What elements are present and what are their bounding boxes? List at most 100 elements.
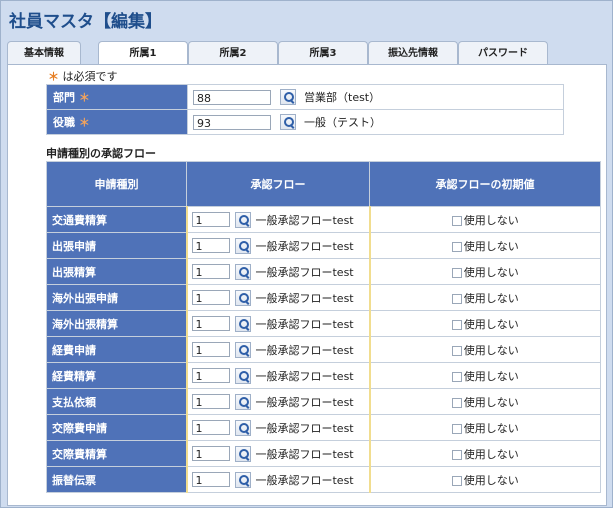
required-note: ＊ は必須です [48, 68, 118, 84]
table-row: 交際費精算 1 一般承認フローtest 使用しない [46, 440, 601, 467]
required-note-text: は必須です [62, 70, 118, 83]
position-code-input[interactable]: 93 [193, 114, 271, 130]
flow-name: 一般承認フローtest [255, 421, 354, 435]
flow-code-input[interactable]: 1 [191, 290, 230, 305]
flow-code-input[interactable]: 1 [191, 420, 230, 435]
table-row: 出張申請 1 一般承認フローtest 使用しない [46, 232, 601, 259]
use-not-label: 使用しない [463, 317, 519, 331]
use-not-checkbox[interactable] [451, 345, 462, 356]
department-value-cell: 88 営業部（test） [187, 84, 564, 110]
flow-search-button[interactable] [234, 289, 251, 306]
flow-code-input[interactable]: 1 [191, 472, 230, 487]
flow-table-header: 申請種別 承認フロー 承認フローの初期値 [46, 161, 601, 207]
flow-code-input[interactable]: 1 [191, 446, 230, 461]
department-label-text: 部門 [53, 91, 75, 104]
tab-affiliation-2[interactable]: 所属2 [188, 41, 278, 65]
use-not-checkbox[interactable] [451, 215, 462, 226]
use-not-label: 使用しない [463, 213, 519, 227]
flow-name: 一般承認フローtest [255, 395, 354, 409]
flow-cell: 1 一般承認フローtest [185, 362, 371, 389]
default-flow-cell: 使用しない [369, 310, 601, 337]
table-row: 海外出張精算 1 一般承認フローtest 使用しない [46, 310, 601, 337]
flow-search-button[interactable] [234, 393, 251, 410]
position-name: 一般（テスト） [304, 116, 381, 129]
tab-password[interactable]: パスワード [458, 41, 548, 65]
application-type: 振替伝票 [46, 466, 187, 493]
department-name: 営業部（test） [304, 91, 381, 104]
table-row: 出張精算 1 一般承認フローtest 使用しない [46, 258, 601, 285]
use-not-checkbox[interactable] [451, 293, 462, 304]
flow-search-button[interactable] [234, 367, 251, 384]
application-type: 経費精算 [46, 362, 187, 389]
position-search-button[interactable] [279, 114, 296, 130]
use-not-label: 使用しない [463, 343, 519, 357]
application-type: 海外出張精算 [46, 310, 187, 337]
table-row: 交通費精算 1 一般承認フローtest 使用しない [46, 206, 601, 233]
table-row: 振替伝票 1 一般承認フローtest 使用しない [46, 466, 601, 493]
page-title: 社員マスタ【編集】 [9, 12, 162, 32]
flow-name: 一般承認フローtest [255, 447, 354, 461]
flow-search-button[interactable] [234, 211, 251, 228]
flow-search-button[interactable] [234, 263, 251, 280]
flow-cell: 1 一般承認フローtest [185, 310, 371, 337]
use-not-label: 使用しない [463, 239, 519, 253]
flow-name: 一般承認フローtest [255, 291, 354, 305]
table-row: 経費精算 1 一般承認フローtest 使用しない [46, 362, 601, 389]
flow-code-input[interactable]: 1 [191, 264, 230, 279]
default-flow-cell: 使用しない [369, 414, 601, 441]
use-not-checkbox[interactable] [451, 241, 462, 252]
flow-cell: 1 一般承認フローtest [185, 232, 371, 259]
flow-cell: 1 一般承認フローtest [185, 206, 371, 233]
use-not-checkbox[interactable] [451, 267, 462, 278]
tab-affiliation-3[interactable]: 所属3 [278, 41, 368, 65]
use-not-checkbox[interactable] [451, 397, 462, 408]
tab-basic-info[interactable]: 基本情報 [7, 41, 81, 65]
use-not-checkbox[interactable] [451, 319, 462, 330]
flow-code-input[interactable]: 1 [191, 394, 230, 409]
default-flow-cell: 使用しない [369, 362, 601, 389]
application-type: 交際費精算 [46, 440, 187, 467]
department-code-input[interactable]: 88 [193, 89, 271, 105]
required-star: ＊ [78, 91, 90, 104]
use-not-checkbox[interactable] [451, 423, 462, 434]
tab-bank-info[interactable]: 振込先情報 [368, 41, 458, 65]
flow-search-button[interactable] [234, 445, 251, 462]
table-row: 海外出張申請 1 一般承認フローtest 使用しない [46, 284, 601, 311]
application-type: 出張精算 [46, 258, 187, 285]
flow-search-button[interactable] [234, 237, 251, 254]
use-not-checkbox[interactable] [451, 449, 462, 460]
flow-code-input[interactable]: 1 [191, 368, 230, 383]
affiliation-form: 部門 ＊ 88 営業部（test） 役職 ＊ 93 一般（テスト） [46, 84, 564, 135]
default-flow-cell: 使用しない [369, 336, 601, 363]
flow-search-button[interactable] [234, 471, 251, 488]
flow-cell: 1 一般承認フローtest [185, 466, 371, 493]
flow-code-input[interactable]: 1 [191, 342, 230, 357]
use-not-checkbox[interactable] [451, 475, 462, 486]
flow-code-input[interactable]: 1 [191, 316, 230, 331]
use-not-label: 使用しない [463, 369, 519, 383]
use-not-label: 使用しない [463, 395, 519, 409]
department-row: 部門 ＊ 88 営業部（test） [46, 84, 564, 110]
position-value-cell: 93 一般（テスト） [187, 109, 564, 135]
flow-search-button[interactable] [234, 315, 251, 332]
flow-name: 一般承認フローtest [255, 317, 354, 331]
flow-code-input[interactable]: 1 [191, 238, 230, 253]
application-type: 出張申請 [46, 232, 187, 259]
use-not-checkbox[interactable] [451, 371, 462, 382]
flow-cell: 1 一般承認フローtest [185, 284, 371, 311]
default-flow-cell: 使用しない [369, 440, 601, 467]
flow-code-input[interactable]: 1 [191, 212, 230, 227]
flow-cell: 1 一般承認フローtest [185, 336, 371, 363]
tab-affiliation-1[interactable]: 所属1 [98, 41, 188, 66]
header-approval-flow: 承認フロー [186, 161, 370, 207]
department-search-button[interactable] [279, 89, 296, 105]
default-flow-cell: 使用しない [369, 258, 601, 285]
table-row: 経費申請 1 一般承認フローtest 使用しない [46, 336, 601, 363]
flow-name: 一般承認フローtest [255, 213, 354, 227]
flow-search-button[interactable] [234, 341, 251, 358]
required-star: ＊ [48, 70, 59, 83]
application-type: 経費申請 [46, 336, 187, 363]
flow-cell: 1 一般承認フローtest [185, 258, 371, 285]
position-label: 役職 ＊ [46, 109, 188, 135]
flow-search-button[interactable] [234, 419, 251, 436]
